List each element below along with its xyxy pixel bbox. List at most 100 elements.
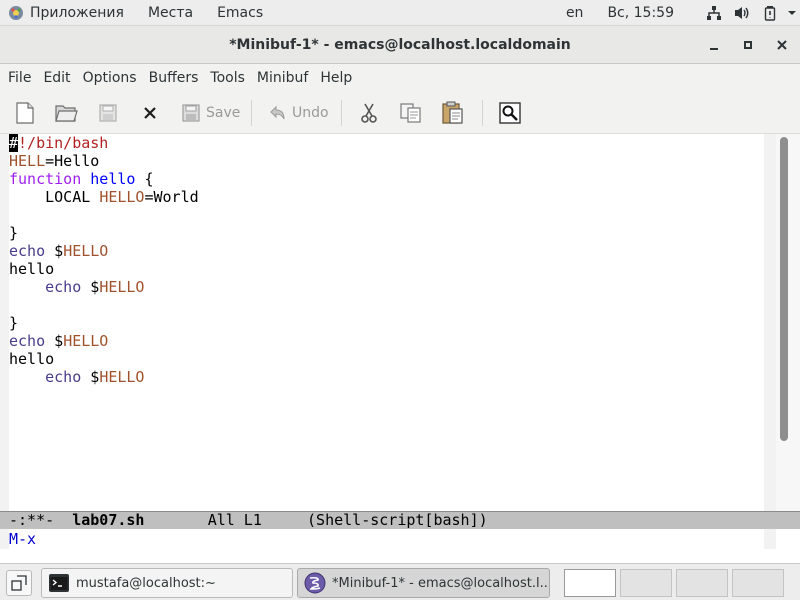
editor-area[interactable]: #!/bin/bash HELL=Hello function hello { LO…	[0, 134, 800, 511]
search-icon	[499, 102, 521, 124]
code-token: echo	[45, 278, 82, 296]
minimize-icon	[710, 48, 718, 50]
menu-bar: File Edit Options Buffers Tools Minibuf …	[0, 64, 800, 92]
task-terminal-label: mustafa@localhost:~	[76, 575, 216, 591]
workspace-3[interactable]	[676, 569, 728, 597]
terminal-icon	[49, 574, 69, 592]
cut-icon	[361, 103, 377, 123]
applications-label: Приложения	[30, 4, 124, 21]
menu-tools[interactable]: Tools	[204, 64, 251, 92]
undo-icon	[270, 105, 285, 120]
maximize-button[interactable]	[738, 35, 758, 55]
code-line[interactable]: hello	[9, 260, 199, 278]
minibuffer-right-fringe	[764, 529, 776, 549]
code-line[interactable]: HELL=Hello	[9, 152, 199, 170]
workspace-2[interactable]	[620, 569, 672, 597]
code-line[interactable]	[9, 206, 199, 224]
menu-buffers[interactable]: Buffers	[143, 64, 205, 92]
mode-line[interactable]: -:**- lab07.sh All L1 (Shell-script[bash…	[0, 511, 800, 529]
paste-button[interactable]	[441, 98, 465, 128]
code-line[interactable]: echo $HELLO	[9, 368, 199, 386]
clock[interactable]: Вс, 15:59	[595, 0, 700, 26]
window-title: *Minibuf-1* - emacs@localhost.localdomai…	[229, 37, 571, 53]
minibuffer[interactable]: M-x	[0, 529, 800, 563]
menu-minibuf[interactable]: Minibuf	[251, 64, 314, 92]
save-button[interactable]: Save	[180, 98, 240, 128]
code-token: $	[45, 332, 64, 350]
code-token: LOCAL	[9, 188, 100, 206]
emacs-icon	[304, 572, 326, 594]
open-file-button[interactable]	[54, 98, 78, 128]
system-menu-arrow-icon[interactable]	[784, 0, 800, 26]
menu-options[interactable]: Options	[77, 64, 143, 92]
code-line[interactable]: LOCAL HELLO=World	[9, 188, 199, 206]
code-line[interactable]: echo $HELLO	[9, 332, 199, 350]
minimize-button[interactable]	[704, 35, 724, 55]
show-desktop-icon	[11, 575, 27, 591]
menu-file[interactable]: File	[2, 64, 37, 92]
code-line[interactable]: echo $HELLO	[9, 278, 199, 296]
dired-button[interactable]	[97, 98, 119, 128]
code-token: echo	[9, 332, 46, 350]
code-line[interactable]: }	[9, 224, 199, 242]
applications-menu[interactable]: Приложения	[0, 0, 136, 26]
copy-button[interactable]	[399, 98, 423, 128]
window-titlebar[interactable]: *Minibuf-1* - emacs@localhost.localdomai…	[0, 26, 800, 64]
toolbar-separator	[251, 100, 252, 126]
paste-icon	[442, 101, 463, 124]
battery-icon[interactable]	[756, 0, 784, 26]
scrollbar-thumb[interactable]	[780, 137, 788, 441]
code-token: HELLO	[99, 188, 145, 206]
code-token: hello	[90, 170, 136, 188]
code-token: $	[81, 278, 100, 296]
close-icon	[144, 107, 156, 119]
modeline-mode[interactable]: (Shell-script[bash])	[307, 511, 488, 529]
code-line[interactable]	[9, 296, 199, 314]
code-token: HELLO	[99, 368, 145, 386]
code-token: }	[9, 224, 19, 242]
code-token: HELL	[9, 152, 46, 170]
menu-edit[interactable]: Edit	[37, 64, 76, 92]
system-tray: en Вс, 15:59	[554, 0, 800, 26]
code-token: hello	[9, 260, 55, 278]
code-line[interactable]: function hello {	[9, 170, 199, 188]
close-window-button[interactable]	[772, 35, 792, 55]
left-fringe	[0, 134, 9, 511]
kill-buffer-button[interactable]	[140, 98, 160, 128]
workspace-4[interactable]	[732, 569, 784, 597]
undo-button[interactable]: Undo	[268, 98, 329, 128]
code-token: echo	[45, 368, 82, 386]
code-token: function	[9, 170, 82, 188]
workspace-1[interactable]	[564, 569, 616, 597]
show-desktop-button[interactable]	[6, 570, 32, 596]
cut-button[interactable]	[358, 98, 380, 128]
app-menu[interactable]: Emacs	[205, 0, 275, 26]
code-token: hello	[9, 350, 55, 368]
code-line[interactable]: echo $HELLO	[9, 242, 199, 260]
toolbar-separator	[482, 100, 483, 126]
code-line[interactable]: #!/bin/bash	[9, 134, 199, 152]
minibuffer-fringe	[0, 529, 9, 549]
save-disk-icon	[99, 104, 117, 122]
keyboard-layout[interactable]: en	[554, 0, 596, 26]
task-emacs[interactable]: *Minibuf-1* - emacs@localhost.l...	[297, 568, 550, 598]
text-cursor: #	[9, 134, 19, 152]
task-terminal[interactable]: mustafa@localhost:~	[41, 568, 293, 598]
open-folder-icon	[55, 105, 78, 122]
modeline-buffer-name[interactable]: lab07.sh	[72, 511, 144, 529]
top-bar: Приложения Места Emacs en Вс, 15:59	[0, 0, 800, 26]
code-token: =World	[144, 188, 199, 206]
code-line[interactable]: }	[9, 314, 199, 332]
network-icon[interactable]	[700, 0, 728, 26]
toolbar-separator	[341, 100, 342, 126]
search-button[interactable]	[498, 98, 522, 128]
new-file-button[interactable]	[14, 98, 36, 128]
volume-icon[interactable]	[728, 0, 756, 26]
code-token: }	[9, 314, 19, 332]
code-buffer[interactable]: #!/bin/bash HELL=Hello function hello { LO…	[9, 134, 199, 386]
menu-help[interactable]: Help	[314, 64, 358, 92]
code-line[interactable]: hello	[9, 350, 199, 368]
places-menu[interactable]: Места	[136, 0, 205, 26]
